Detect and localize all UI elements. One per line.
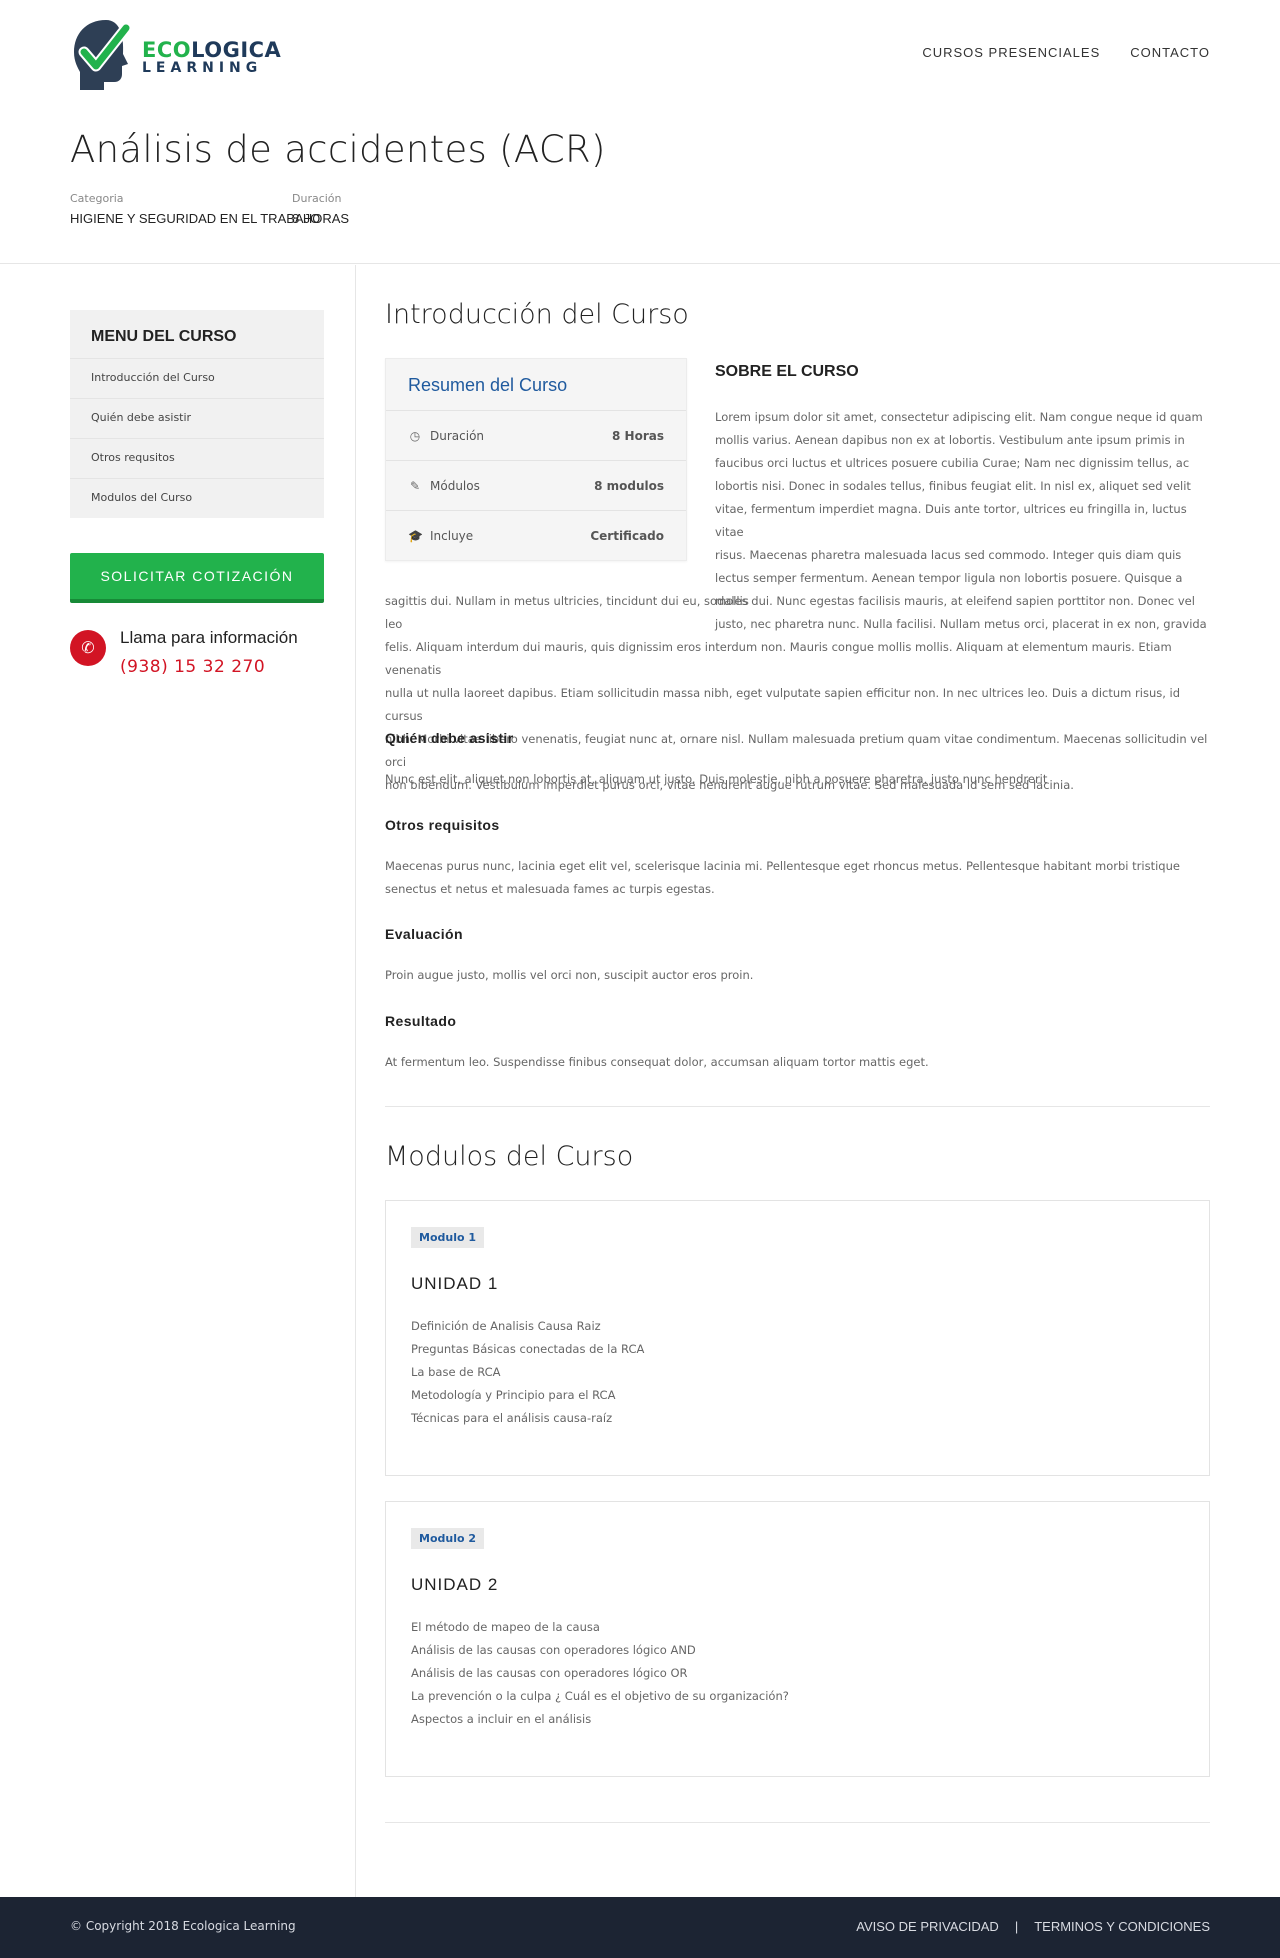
summary-row-includes: 🎓 Incluye Certificado [386,510,686,560]
module-topics: Definición de Analisis Causa Raiz Pregun… [411,1315,644,1430]
duration-value: 8 HORAS [292,211,350,226]
summary-row-duration: ◷ Duración 8 Horas [386,410,686,460]
footer-separator: | [1014,1919,1019,1934]
topic-item: Análisis de las causas con operadores ló… [411,1666,688,1680]
about-line: mollis varius. Aenean dapibus non ex at … [715,433,1185,447]
logo-logica: LOGICA [191,38,282,62]
topic-item: Metodología y Principio para el RCA [411,1388,616,1402]
category-label: Categoria [70,192,124,205]
privacy-link[interactable]: AVISO DE PRIVACIDAD [856,1919,999,1934]
nav-cursos-presenciales[interactable]: CURSOS PRESENCIALES [922,45,1100,60]
course-menu-title: MENU DEL CURSO [91,328,237,345]
module-badge: Modulo 1 [411,1227,485,1248]
topic-item: La prevención o la culpa ¿ Cuál es el ob… [411,1689,789,1703]
sidebar-divider [355,265,356,1897]
summary-row-modules: ✎ Módulos 8 modulos [386,460,686,510]
summary-value: 8 Horas [612,428,664,443]
section-text: At fermentum leo. Suspendisse finibus co… [385,1055,929,1069]
section-text: Maecenas purus nunc, lacinia eget elit v… [385,859,1180,873]
about-line: risus. Maecenas pharetra malesuada lacus… [715,548,1182,562]
module-unit-title: UNIDAD 2 [411,1575,499,1594]
topic-item: Definición de Analisis Causa Raiz [411,1319,601,1333]
about-line: nulla ut nulla laoreet dapibus. Etiam so… [385,686,1181,723]
section-title-quien-debe-asistir: Quién debe asistir [385,730,514,746]
call-label: Llama para información [120,628,298,647]
logo-tagline: LEARNING [142,60,263,76]
topic-item: Preguntas Básicas conectadas de la RCA [411,1342,645,1356]
about-line: lobortis nisi. Donec in sodales tellus, … [715,479,1191,493]
duration-label: Duración [292,192,342,205]
summary-value: 8 modulos [594,478,664,493]
terms-link[interactable]: TERMINOS Y CONDICIONES [1034,1919,1210,1934]
topic-item: Técnicas para el análisis causa-raíz [411,1411,613,1425]
main-nav: CURSOS PRESENCIALES CONTACTO [922,45,1210,60]
category-value: HIGIENE Y SEGURIDAD EN EL TRABAJO [70,211,321,226]
site-footer: © Copyright 2018 Ecologica Learning AVIS… [0,1897,1280,1958]
nav-contacto[interactable]: CONTACTO [1130,45,1210,60]
menu-item-quien-debe-asistir[interactable]: Quién debe asistir [70,398,324,438]
call-phone-number[interactable]: (938) 15 32 270 [120,657,265,677]
intro-heading: Introducción del Curso [385,299,689,330]
modules-heading: Modulos del Curso [385,1141,634,1172]
summary-label: Módulos [430,478,480,493]
summary-title: Resumen del Curso [408,375,568,395]
phone-icon[interactable]: ✆ [70,630,106,666]
about-line: faucibus orci luctus et ultrices posuere… [715,456,1190,470]
about-line: Lorem ipsum dolor sit amet, consectetur … [715,410,1203,424]
module-card: Modulo 2 UNIDAD 2 El método de mapeo de … [385,1501,1210,1777]
head-check-logo-icon [74,20,132,90]
menu-item-modulos[interactable]: Modulos del Curso [70,478,324,518]
about-line: felis. Aliquam interdum dui mauris, quis… [385,640,1172,677]
graduation-cap-icon: 🎓 [408,528,423,543]
about-text-full: sagittis dui. Nullam in metus ultricies,… [385,590,1210,797]
edit-icon: ✎ [409,478,421,493]
topic-item: El método de mapeo de la causa [411,1620,600,1634]
summary-value: Certificado [590,528,664,543]
divider [385,1106,1210,1107]
module-badge: Modulo 2 [411,1528,485,1549]
request-quote-button[interactable]: SOLICITAR COTIZACIÓN [70,553,324,603]
module-unit-title: UNIDAD 1 [411,1274,499,1293]
topic-item: La base de RCA [411,1365,501,1379]
course-menu: MENU DEL CURSO Introducción del Curso Qu… [70,310,324,518]
page-title: Análisis de accidentes (ACR) [70,128,606,171]
course-duration: Duración 8 HORAS [292,192,349,226]
section-text-block: Maecenas purus nunc, lacinia eget elit v… [385,855,1210,901]
section-text: Proin augue justo, mollis vel orci non, … [385,968,754,982]
menu-item-introduccion[interactable]: Introducción del Curso [70,358,324,398]
course-category: Categoria HIGIENE Y SEGURIDAD EN EL TRAB… [70,192,320,226]
section-title-otros-requisitos: Otros requisitos [385,817,500,833]
logo-wordmark: ECOLOGICA LEARNING [142,38,281,76]
logo[interactable]: ECOLOGICA LEARNING [70,18,281,94]
about-course-title: SOBRE EL CURSO [715,363,859,380]
module-topics: El método de mapeo de la causa Análisis … [411,1616,789,1731]
section-title-resultado: Resultado [385,1013,457,1029]
section-title-evaluacion: Evaluación [385,926,463,942]
about-line: vitae, fermentum imperdiet magna. Duis a… [715,502,1187,539]
logo-eco: ECO [142,38,192,62]
section-text: Nunc est elit, aliquet non lobortis at, … [385,772,1048,786]
clock-icon: ◷ [409,428,421,443]
course-summary-card: Resumen del Curso ◷ Duración 8 Horas ✎ Mód… [385,358,687,561]
footer-links: AVISO DE PRIVACIDAD | TERMINOS Y CONDICI… [856,1919,1210,1934]
topic-item: Análisis de las causas con operadores ló… [411,1643,696,1657]
copyright: © Copyright 2018 Ecologica Learning [70,1919,296,1933]
divider [385,1822,1210,1823]
module-card: Modulo 1 UNIDAD 1 Definición de Analisis… [385,1200,1210,1476]
site-header: ECOLOGICA LEARNING CURSOS PRESENCIALES C… [0,0,1280,264]
topic-item: Aspectos a incluir en el análisis [411,1712,592,1726]
about-line: sagittis dui. Nullam in metus ultricies,… [385,594,1195,631]
summary-label: Duración [430,428,485,443]
section-text: senectus et netus et malesuada fames ac … [385,882,715,896]
summary-label: Incluye [430,528,474,543]
menu-item-otros-requisitos[interactable]: Otros requsitos [70,438,324,478]
